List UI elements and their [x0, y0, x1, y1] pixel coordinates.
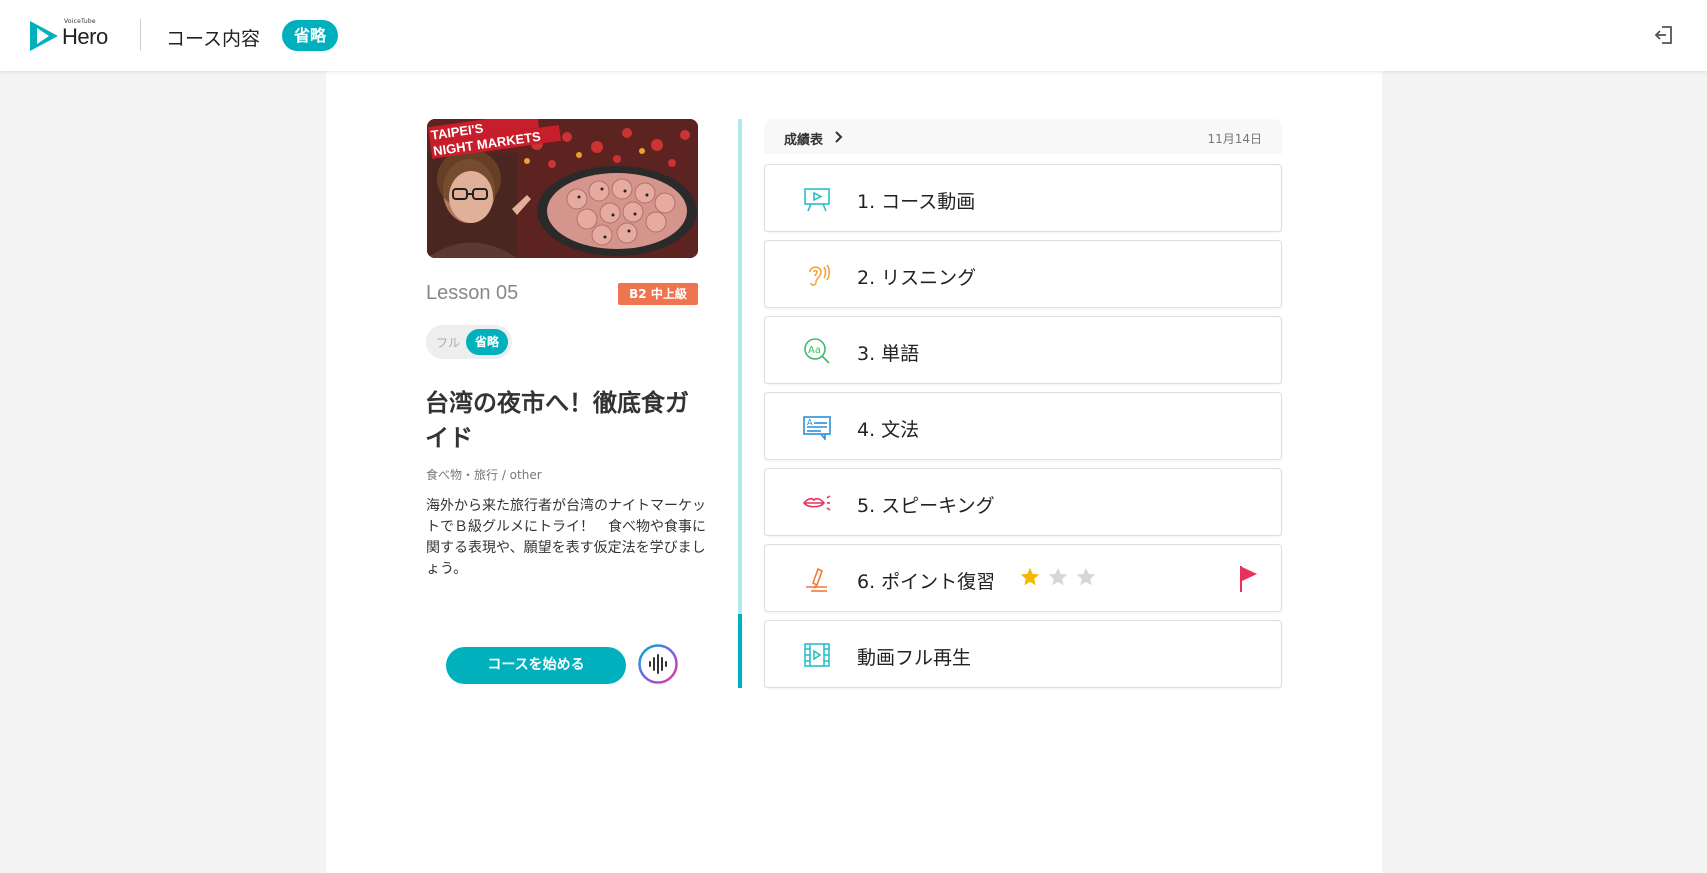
logout-icon[interactable]	[1652, 23, 1676, 47]
section-grammar[interactable]: A 4. 文法	[764, 392, 1282, 460]
progress-track	[738, 119, 742, 688]
scoreboard-date: 11月14日	[1207, 132, 1262, 146]
mode-toggle[interactable]: フル 省略	[426, 325, 512, 359]
header-divider	[140, 19, 141, 51]
scoreboard-header: 成績表 11月14日	[764, 119, 1282, 154]
star-empty-icon	[1048, 567, 1068, 586]
vocabulary-search-icon: Aa	[804, 338, 830, 364]
toggle-short-option[interactable]: 省略	[466, 329, 508, 355]
lesson-number: Lesson 05	[426, 282, 519, 304]
logo-text: Hero	[62, 24, 108, 49]
section-label: 3. 単語	[857, 343, 920, 365]
progress-fill	[738, 614, 742, 688]
ear-icon	[809, 264, 831, 286]
section-label: 2. リスニング	[857, 267, 977, 289]
presentation-icon	[804, 188, 830, 212]
section-listening[interactable]: 2. リスニング	[764, 240, 1282, 308]
pencil-icon	[806, 567, 827, 592]
section-label: 動画フル再生	[857, 647, 972, 669]
voicetube-hero-logo[interactable]: VoiceTube Hero	[30, 18, 114, 52]
lesson-title: 台湾の夜市へ！徹底食ガイド	[425, 389, 689, 452]
section-full-video[interactable]: 動画フル再生	[764, 620, 1282, 688]
flag-icon[interactable]	[1239, 565, 1259, 593]
section-label: 4. 文法	[857, 419, 920, 441]
toggle-full-option[interactable]: フル	[436, 334, 460, 351]
svg-text:A: A	[807, 418, 813, 427]
section-speaking[interactable]: 5. スピーキング	[764, 468, 1282, 536]
chevron-right-icon[interactable]	[832, 130, 844, 144]
section-point-review[interactable]: 6. ポイント復習	[764, 544, 1282, 612]
voice-wave-icon[interactable]	[638, 644, 678, 684]
lips-icon	[803, 495, 831, 511]
section-label: 5. スピーキング	[857, 495, 995, 517]
lesson-description: 海外から来た旅行者が台湾のナイトマーケットでＢ級グルメにトライ！ 食べ物や食事に…	[426, 498, 706, 577]
lesson-thumbnail[interactable]: TAIPEI'S NIGHT MARKETS	[427, 119, 698, 258]
star-empty-icon	[1076, 567, 1096, 586]
section-label: 6. ポイント復習	[857, 571, 996, 593]
start-course-button[interactable]: コースを始める	[446, 647, 626, 684]
grammar-chat-icon: A	[803, 416, 831, 440]
page-title: コース内容	[166, 28, 261, 50]
rating-stars	[1019, 566, 1103, 592]
section-label: 1. コース動画	[857, 191, 976, 213]
section-vocabulary[interactable]: Aa 3. 単語	[764, 316, 1282, 384]
mode-badge: 省略	[282, 20, 338, 51]
top-header: VoiceTube Hero コース内容 省略	[0, 0, 1707, 71]
lesson-category: 食べ物・旅行 / other	[426, 468, 542, 482]
section-course-video[interactable]: 1. コース動画	[764, 164, 1282, 232]
svg-text:Aa: Aa	[808, 345, 821, 356]
scoreboard-link[interactable]: 成績表	[784, 129, 823, 148]
play-logo-icon	[30, 21, 58, 51]
level-badge: B2 中上級	[618, 283, 698, 305]
star-filled-icon	[1020, 567, 1040, 586]
film-icon	[804, 643, 830, 667]
